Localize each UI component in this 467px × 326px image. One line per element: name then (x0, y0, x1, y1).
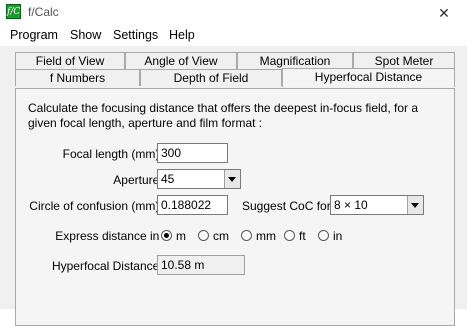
menu-help[interactable]: Help (169, 28, 195, 42)
panel-description: Calculate the focusing distance that off… (28, 101, 419, 130)
unit-radio-ft[interactable] (284, 230, 295, 241)
unit-label-ft: ft (299, 229, 306, 243)
focal-length-input[interactable]: 300 (157, 143, 228, 163)
client-area: Field of View Angle of View Magnificatio… (0, 46, 467, 326)
unit-radio-cm[interactable] (198, 230, 209, 241)
tab-magnification[interactable]: Magnification (237, 52, 353, 69)
tab-angle-of-view[interactable]: Angle of View (125, 52, 237, 69)
unit-label-cm: cm (213, 229, 229, 243)
unit-label-m: m (176, 229, 186, 243)
unit-label-mm: mm (256, 229, 276, 243)
unit-label-in: in (333, 229, 343, 243)
menu-program[interactable]: Program (10, 28, 58, 42)
aperture-select[interactable]: 45 (157, 169, 241, 189)
tab-depth-of-field[interactable]: Depth of Field (140, 69, 282, 86)
tab-f-numbers[interactable]: f Numbers (15, 69, 140, 86)
menu-show[interactable]: Show (70, 28, 101, 42)
title-bar: f/C f/Calc ✕ (0, 0, 467, 26)
tab-field-of-view[interactable]: Field of View (15, 52, 125, 69)
unit-radio-in[interactable] (318, 230, 329, 241)
hyperfocal-label: Hyperfocal Distance : (51, 259, 166, 273)
hyperfocal-panel: Calculate the focusing distance that off… (15, 88, 455, 326)
suggest-coc-label: Suggest CoC for : (242, 199, 338, 213)
menu-bar: Program Show Settings Help (0, 26, 467, 46)
chevron-down-icon[interactable] (407, 196, 423, 214)
focal-length-label: Focal length (mm) : (62, 147, 166, 161)
suggest-coc-value: 8 × 10 (334, 198, 368, 212)
units-label: Express distance in : (55, 229, 166, 243)
coc-label: Circle of confusion (mm) : (29, 199, 166, 213)
menu-settings[interactable]: Settings (113, 28, 158, 42)
chevron-down-icon[interactable] (224, 170, 240, 188)
close-button[interactable]: ✕ (421, 0, 467, 26)
suggest-coc-select[interactable]: 8 × 10 (330, 195, 424, 215)
window-title: f/Calc (28, 5, 59, 19)
unit-radio-mm[interactable] (241, 230, 252, 241)
unit-radio-m[interactable] (161, 230, 172, 241)
coc-input[interactable]: 0.188022 (157, 195, 228, 215)
aperture-value: 45 (161, 172, 175, 186)
tab-hyperfocal-distance[interactable]: Hyperfocal Distance (282, 68, 455, 87)
tab-spot-meter[interactable]: Spot Meter (353, 52, 455, 69)
app-icon: f/C (6, 4, 21, 19)
hyperfocal-output: 10.58 m (157, 255, 245, 275)
